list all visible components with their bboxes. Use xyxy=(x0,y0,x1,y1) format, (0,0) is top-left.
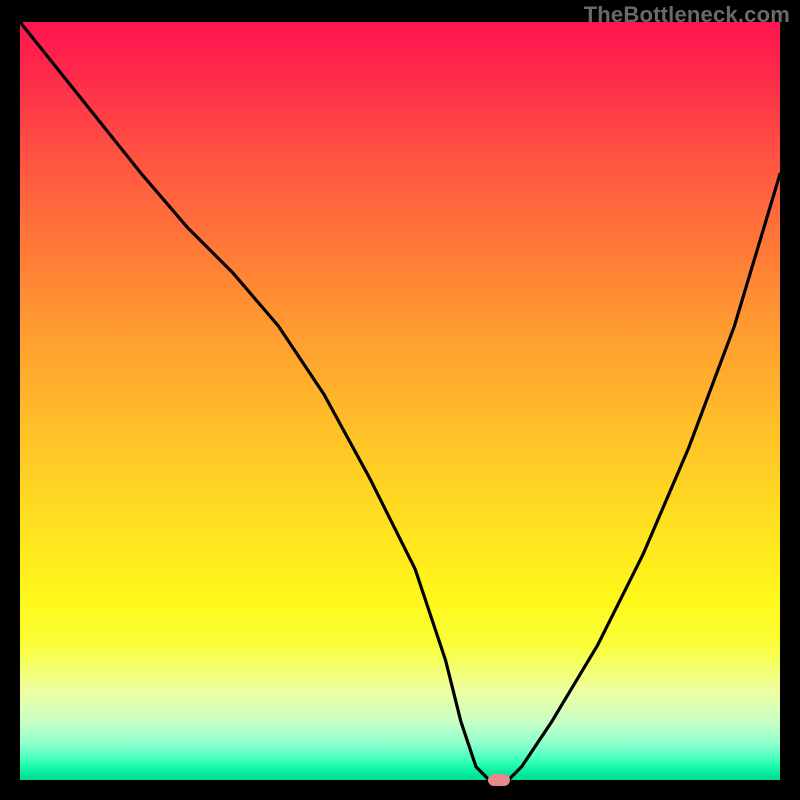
bottleneck-curve-path xyxy=(20,22,780,782)
watermark-text: TheBottleneck.com xyxy=(584,2,790,28)
chart-frame: TheBottleneck.com xyxy=(0,0,800,800)
curve-layer xyxy=(20,22,780,782)
plot-area xyxy=(20,22,780,782)
bottleneck-marker xyxy=(488,774,510,786)
